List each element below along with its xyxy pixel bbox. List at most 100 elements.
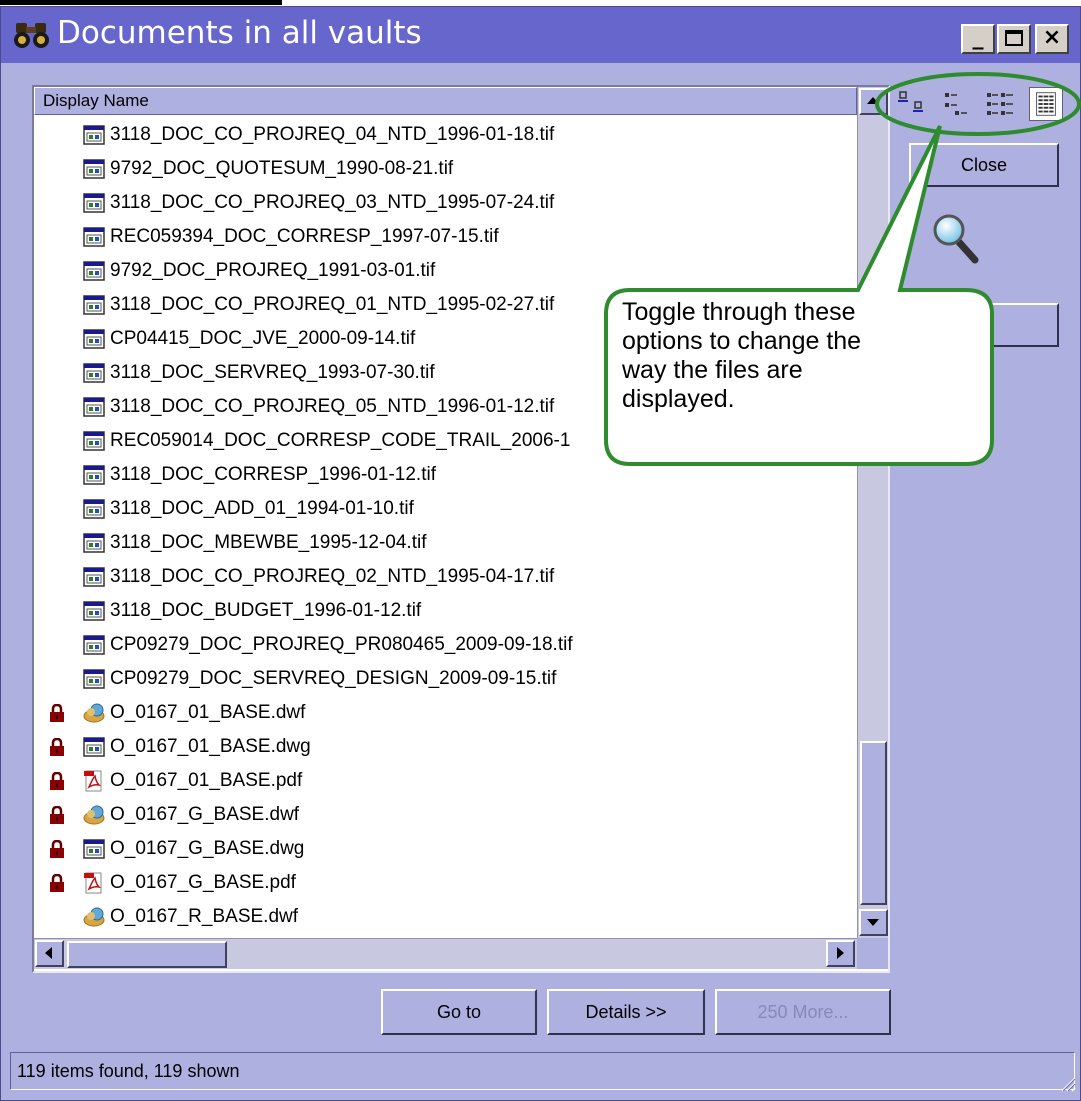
list-item[interactable]: REC059014_DOC_CORRESP_CODE_TRAIL_2006-1 bbox=[34, 424, 857, 458]
list-item[interactable]: O_0167_01_BASE.pdf bbox=[34, 764, 857, 798]
scrollbar-corner bbox=[857, 938, 888, 969]
column-header-display-name[interactable]: Display Name bbox=[34, 87, 857, 115]
list-item[interactable]: 9792_DOC_QUOTESUM_1990-08-21.tif bbox=[34, 152, 857, 186]
image-file-icon bbox=[83, 635, 105, 655]
file-name: CP09279_DOC_SERVREQ_DESIGN_2009-09-15.ti… bbox=[110, 668, 557, 689]
lock-icon bbox=[50, 840, 64, 858]
file-name: 3118_DOC_MBEWBE_1995-12-04.tif bbox=[110, 532, 427, 553]
list-item[interactable]: 3118_DOC_CORRESP_1996-01-12.tif bbox=[34, 458, 857, 492]
callout-text: Toggle through these options to change t… bbox=[622, 298, 952, 414]
callout-line: way the files are bbox=[622, 356, 803, 384]
file-name: O_0167_01_BASE.dwf bbox=[110, 702, 306, 723]
details-view-icon[interactable] bbox=[1029, 87, 1063, 121]
list-item[interactable]: CP09279_DOC_PROJREQ_PR080465_2009-09-18.… bbox=[34, 628, 857, 662]
horizontal-scroll-thumb[interactable] bbox=[67, 941, 227, 968]
close-button[interactable]: Close bbox=[909, 143, 1059, 187]
magnifier-icon[interactable] bbox=[931, 212, 981, 267]
lock-icon bbox=[50, 738, 64, 756]
horizontal-scrollbar[interactable] bbox=[34, 938, 857, 969]
list-item[interactable]: 3118_DOC_CO_PROJREQ_03_NTD_1995-07-24.ti… bbox=[34, 186, 857, 220]
arrow-up-icon bbox=[867, 97, 879, 104]
list-item[interactable]: O_0167_G_BASE.dwg bbox=[34, 832, 857, 866]
binoculars-icon bbox=[14, 23, 49, 48]
maximize-icon bbox=[1005, 30, 1023, 46]
scroll-up-button[interactable] bbox=[859, 88, 888, 115]
list-item[interactable]: 3118_DOC_BUDGET_1996-01-12.tif bbox=[34, 594, 857, 628]
arrow-right-icon bbox=[837, 947, 844, 959]
scroll-left-button[interactable] bbox=[35, 940, 64, 967]
minimize-button[interactable]: _ bbox=[961, 24, 995, 54]
list-item[interactable]: 3118_DOC_CO_PROJREQ_02_NTD_1995-04-17.ti… bbox=[34, 560, 857, 594]
file-name: CP04415_DOC_JVE_2000-09-14.tif bbox=[110, 328, 416, 349]
dwf-file-icon bbox=[83, 907, 105, 927]
results-list[interactable]: Display Name 3118_DOC_CO_PROJREQ_04_NTD_… bbox=[32, 85, 890, 973]
details-button[interactable]: Details >> bbox=[547, 989, 705, 1035]
list-item[interactable]: O_0167_G_BASE.pdf bbox=[34, 866, 857, 900]
lock-icon bbox=[50, 772, 64, 790]
file-name: O_0167_01_BASE.pdf bbox=[110, 770, 303, 791]
list-item[interactable]: 3118_DOC_ADD_01_1994-01-10.tif bbox=[34, 492, 857, 526]
list-item[interactable]: 9792_DOC_PROJREQ_1991-03-01.tif bbox=[34, 254, 857, 288]
file-name: CP09279_DOC_PROJREQ_PR080465_2009-09-18.… bbox=[110, 634, 573, 655]
file-name: 9792_DOC_PROJREQ_1991-03-01.tif bbox=[110, 260, 436, 281]
results-rows: 3118_DOC_CO_PROJREQ_04_NTD_1996-01-18.ti… bbox=[34, 118, 857, 938]
image-file-icon bbox=[83, 839, 105, 859]
callout-line: options to change the bbox=[622, 327, 862, 355]
list-item[interactable]: O_0167_R_BASE.dwf bbox=[34, 900, 857, 934]
lock-icon bbox=[50, 704, 64, 722]
scroll-down-button[interactable] bbox=[859, 909, 888, 936]
more-results-button[interactable]: 250 More... bbox=[715, 989, 891, 1035]
close-window-button[interactable]: × bbox=[1035, 24, 1069, 54]
image-file-icon bbox=[83, 159, 105, 179]
vertical-scrollbar[interactable] bbox=[857, 87, 888, 938]
file-name: 3118_DOC_ADD_01_1994-01-10.tif bbox=[110, 498, 414, 519]
small-icons-view-icon[interactable] bbox=[939, 87, 973, 121]
file-name: O_0167_G_BASE.dwg bbox=[110, 838, 305, 859]
image-file-icon bbox=[83, 567, 105, 587]
lock-icon bbox=[50, 806, 64, 824]
resize-grip-icon[interactable] bbox=[1058, 1074, 1076, 1092]
search-results-window: Documents in all vaults _ × Display Name… bbox=[0, 6, 1081, 1101]
image-file-icon bbox=[83, 533, 105, 553]
lock-icon bbox=[50, 874, 64, 892]
file-name: O_0167_R_BASE.dwf bbox=[110, 906, 299, 927]
heading-underline-fragment bbox=[0, 0, 282, 5]
file-name: O_0167_G_BASE.dwf bbox=[110, 804, 300, 825]
view-mode-toolbar bbox=[887, 85, 1073, 125]
image-file-icon bbox=[83, 227, 105, 247]
pdf-file-icon bbox=[84, 872, 102, 894]
window-title: Documents in all vaults bbox=[57, 15, 422, 51]
file-name: 3118_DOC_CO_PROJREQ_01_NTD_1995-02-27.ti… bbox=[110, 294, 555, 315]
image-file-icon bbox=[83, 295, 105, 315]
image-file-icon bbox=[83, 261, 105, 281]
status-bar: 119 items found, 119 shown bbox=[10, 1052, 1075, 1090]
list-item[interactable]: REC059394_DOC_CORRESP_1997-07-15.tif bbox=[34, 220, 857, 254]
file-name: 3118_DOC_CO_PROJREQ_02_NTD_1995-04-17.ti… bbox=[110, 566, 555, 587]
pdf-file-icon bbox=[84, 770, 102, 792]
vertical-scroll-thumb[interactable] bbox=[860, 741, 887, 905]
maximize-button[interactable] bbox=[997, 24, 1031, 54]
scroll-right-button[interactable] bbox=[826, 940, 855, 967]
go-to-button[interactable]: Go to bbox=[381, 989, 537, 1035]
image-file-icon bbox=[83, 499, 105, 519]
title-bar[interactable]: Documents in all vaults _ × bbox=[1, 7, 1080, 63]
image-file-icon bbox=[83, 193, 105, 213]
file-name: REC059394_DOC_CORRESP_1997-07-15.tif bbox=[110, 226, 499, 247]
list-item[interactable]: O_0167_01_BASE.dwg bbox=[34, 730, 857, 764]
list-item[interactable]: CP09279_DOC_SERVREQ_DESIGN_2009-09-15.ti… bbox=[34, 662, 857, 696]
image-file-icon bbox=[83, 397, 105, 417]
list-item[interactable]: 3118_DOC_MBEWBE_1995-12-04.tif bbox=[34, 526, 857, 560]
list-view-icon[interactable] bbox=[983, 87, 1017, 121]
dwf-file-icon bbox=[83, 703, 105, 723]
list-item[interactable]: O_0167_G_BASE.dwf bbox=[34, 798, 857, 832]
list-item[interactable]: O_0167_01_BASE.dwf bbox=[34, 696, 857, 730]
minimize-label: _ bbox=[972, 25, 984, 50]
file-name: 3118_DOC_CO_PROJREQ_05_NTD_1996-01-12.ti… bbox=[110, 396, 555, 417]
arrow-left-icon bbox=[45, 947, 52, 959]
file-name: O_0167_G_BASE.pdf bbox=[110, 872, 296, 893]
image-file-icon bbox=[83, 431, 105, 451]
large-icons-view-icon[interactable] bbox=[895, 87, 929, 121]
list-item[interactable]: 3118_DOC_CO_PROJREQ_04_NTD_1996-01-18.ti… bbox=[34, 118, 857, 152]
callout-line: Toggle through these bbox=[622, 298, 856, 326]
file-name: 3118_DOC_SERVREQ_1993-07-30.tif bbox=[110, 362, 435, 383]
